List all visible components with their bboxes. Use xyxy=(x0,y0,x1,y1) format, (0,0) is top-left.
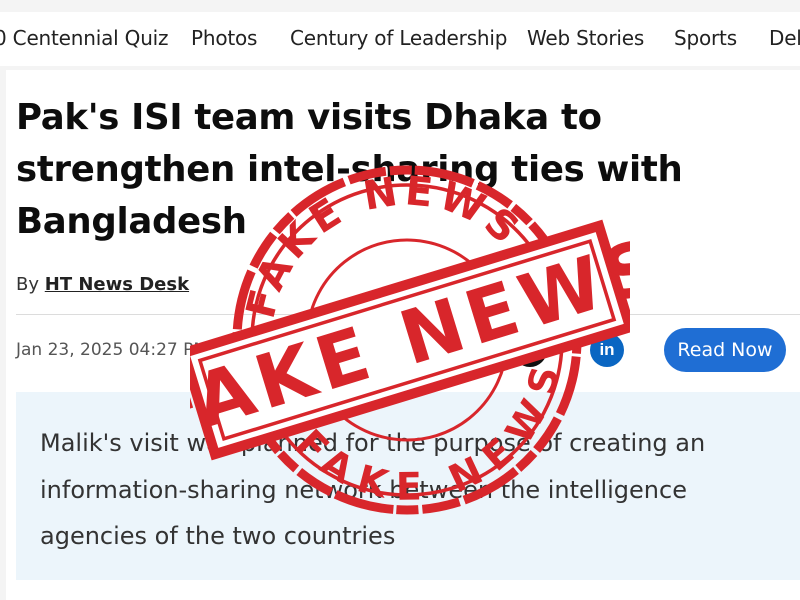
left-gutter xyxy=(0,70,6,600)
nav-item-web-stories[interactable]: Web Stories xyxy=(527,26,644,50)
nav-item-centennial-quiz[interactable]: 0 Centennial Quiz xyxy=(0,26,169,50)
summary-line: information-sharing network between the … xyxy=(40,475,687,504)
headline-line: Bangladesh xyxy=(16,201,247,242)
read-now-button[interactable]: Read Now xyxy=(664,328,786,372)
divider xyxy=(16,314,800,315)
nav-item-sports[interactable]: Sports xyxy=(674,26,737,50)
summary-line: Malik's visit was planned for the purpos… xyxy=(40,429,706,457)
headline-line: Pak's ISI team visits Dhaka to xyxy=(16,97,602,138)
nav-item-century-of-leadership[interactable]: Century of Leadership xyxy=(290,26,507,50)
author-link[interactable]: HT News Desk xyxy=(45,274,189,295)
byline-prefix: By xyxy=(16,274,40,295)
bookmark-icon[interactable] xyxy=(374,332,394,362)
headline-line: strengthen intel-sharing ties with xyxy=(16,149,683,190)
summary-line: agencies of the two countries xyxy=(40,522,396,550)
summary-text: Malik's visit was planned for the purpos… xyxy=(40,420,780,560)
nav-bar: 0 Centennial Quiz Photos Century of Lead… xyxy=(0,12,800,66)
publish-date: Jan 23, 2025 04:27 PM IST xyxy=(16,340,240,360)
nav-item-photos[interactable]: Photos xyxy=(191,26,257,50)
linkedin-icon[interactable]: in xyxy=(590,333,624,367)
byline: By HT News Desk xyxy=(16,274,189,295)
facebook-icon[interactable]: f xyxy=(438,333,472,367)
summary-box: Malik's visit was planned for the purpos… xyxy=(16,392,800,580)
x-icon[interactable]: ✕ xyxy=(513,333,547,367)
nav-item-truncated[interactable]: Del xyxy=(769,26,800,50)
article-headline: Pak's ISI team visits Dhaka to strengthe… xyxy=(16,92,796,248)
